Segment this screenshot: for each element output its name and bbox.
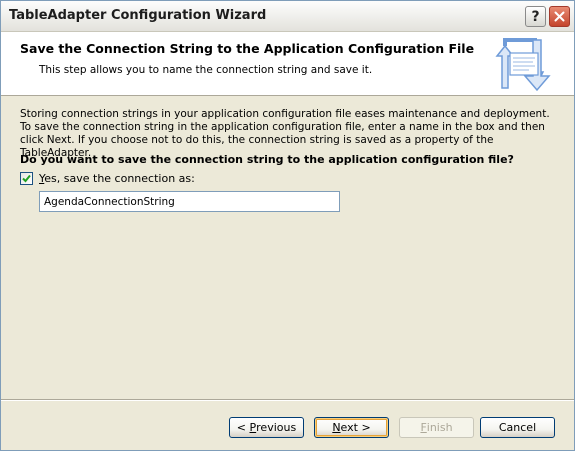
close-icon — [554, 11, 565, 22]
finish-button-label: inish — [426, 421, 453, 434]
next-button-label: ext > — [340, 421, 371, 434]
previous-button[interactable]: < Previous — [229, 417, 304, 438]
previous-button-prefix: < — [236, 421, 250, 434]
config-file-arrows-icon — [495, 38, 551, 92]
help-icon: ? — [531, 8, 540, 25]
page-subtitle: This step allows you to name the connect… — [39, 64, 373, 76]
save-connection-label[interactable]: Yes, save the connection as: — [39, 172, 195, 185]
previous-button-accel: P — [249, 421, 257, 434]
finish-button[interactable]: Finish — [399, 417, 474, 438]
wizard-header: Save the Connection String to the Applic… — [1, 32, 574, 96]
window-title: TableAdapter Configuration Wizard — [9, 8, 267, 23]
page-title: Save the Connection String to the Applic… — [20, 41, 475, 56]
wizard-window: TableAdapter Configuration Wizard ? Save… — [0, 0, 575, 451]
save-connection-checkbox[interactable] — [20, 172, 33, 185]
close-button[interactable] — [549, 6, 570, 27]
next-button-accel: N — [332, 421, 341, 434]
save-connection-label-text: es, save the connection as: — [44, 172, 195, 185]
help-button[interactable]: ? — [525, 6, 546, 27]
save-question: Do you want to save the connection strin… — [20, 153, 514, 166]
cancel-button-label: Cancel — [498, 421, 537, 434]
checkmark-icon — [22, 174, 31, 183]
connection-name-input[interactable] — [39, 191, 340, 212]
footer-divider-highlight — [1, 400, 574, 401]
cancel-button[interactable]: Cancel — [480, 417, 555, 438]
previous-button-label: revious — [256, 421, 297, 434]
title-bar[interactable]: TableAdapter Configuration Wizard ? — [1, 1, 574, 32]
next-button[interactable]: Next > — [314, 417, 389, 438]
